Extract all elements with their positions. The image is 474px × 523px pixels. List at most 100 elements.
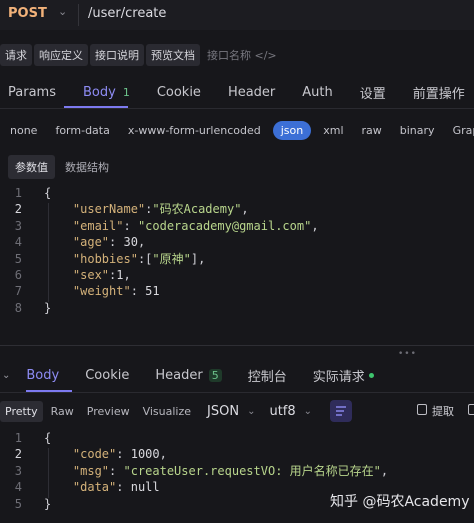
body-type-json[interactable]: json bbox=[272, 120, 312, 140]
code-token: : bbox=[116, 447, 131, 462]
copy-icon[interactable] bbox=[468, 404, 474, 415]
line-number: 8 bbox=[14, 300, 22, 315]
tab-actual-request[interactable]: 实际请求 bbox=[313, 366, 374, 385]
tab-label: 控制台 bbox=[247, 369, 287, 385]
code-token: "sex" bbox=[72, 268, 110, 282]
body-type-xml[interactable]: xml bbox=[323, 124, 343, 137]
code-token: null bbox=[130, 480, 160, 495]
tab-label: Body bbox=[82, 84, 116, 100]
encoding-select[interactable]: utf8 bbox=[269, 404, 295, 419]
request-body-editor[interactable]: 1{2 "userName":"码农Academy", 3 "email": "c… bbox=[0, 185, 474, 320]
chevron-down-icon[interactable]: ⌄ bbox=[247, 406, 255, 417]
view-preview[interactable]: Preview bbox=[82, 401, 135, 422]
tab-label: Body bbox=[26, 367, 60, 383]
extract-icon[interactable] bbox=[417, 404, 427, 415]
method-select[interactable]: POST bbox=[8, 6, 47, 21]
code-token: : bbox=[123, 218, 138, 233]
url-input[interactable]: /user/create bbox=[88, 6, 166, 21]
code-line: } bbox=[44, 300, 51, 316]
code-line: "msg": "createUser.requestVO: 用户名称已存在", bbox=[44, 463, 388, 479]
response-toolbar: Pretty Raw Preview Visualize JSON ⌄ utf8… bbox=[0, 400, 312, 422]
chevron-down-icon[interactable]: ⌄ bbox=[2, 370, 10, 381]
tab-response-body[interactable]: Body bbox=[26, 368, 59, 383]
tab-data-structure[interactable]: 数据结构 bbox=[58, 155, 116, 179]
body-type-binary[interactable]: binary bbox=[400, 124, 435, 137]
drag-handle-icon[interactable]: ••• bbox=[398, 349, 417, 359]
tab-request[interactable]: 请求 bbox=[0, 44, 32, 66]
body-type-urlencoded[interactable]: x-www-form-urlencoded bbox=[128, 124, 261, 137]
tab-settings[interactable]: 设置 bbox=[360, 83, 386, 102]
code-token: : bbox=[109, 235, 124, 250]
body-type-form-data[interactable]: form-data bbox=[55, 124, 109, 137]
body-type-selector: none form-data x-www-form-urlencoded jso… bbox=[0, 119, 474, 141]
tab-response-header[interactable]: Header 5 bbox=[155, 368, 222, 383]
line-number: 6 bbox=[14, 268, 22, 282]
doc-tabs: 请求 响应定义 接口说明 预览文档 接口名称 </> bbox=[0, 44, 284, 66]
tab-response-cookie[interactable]: Cookie bbox=[85, 368, 129, 383]
view-visualize[interactable]: Visualize bbox=[138, 401, 196, 422]
tab-label: 实际请求 bbox=[312, 369, 365, 385]
code-token: "原神" bbox=[152, 251, 191, 266]
body-type-raw[interactable]: raw bbox=[362, 124, 382, 137]
body-subtabs: 参数值 数据结构 bbox=[8, 155, 119, 179]
view-pretty[interactable]: Pretty bbox=[0, 400, 43, 422]
tab-label: Params bbox=[8, 84, 56, 100]
tab-body[interactable]: Body 1 bbox=[83, 85, 130, 100]
code-line: "email": "coderacademy@gmail.com", bbox=[44, 218, 319, 234]
code-token: , bbox=[311, 218, 319, 233]
code-line: { bbox=[44, 430, 51, 446]
code-token: "age" bbox=[72, 235, 110, 250]
code-token: "createUser.requestVO: 用户名称已存在" bbox=[123, 463, 381, 478]
tab-auth[interactable]: Auth bbox=[302, 85, 332, 100]
line-number: 7 bbox=[14, 284, 22, 299]
count-badge: 5 bbox=[208, 368, 222, 382]
tab-label: 前置操作 bbox=[412, 86, 465, 102]
code-line: "age": 30, bbox=[44, 234, 145, 250]
code-token: : bbox=[116, 480, 131, 495]
code-token: 1000 bbox=[130, 447, 160, 462]
line-number: 4 bbox=[14, 480, 22, 495]
body-type-graphql[interactable]: Graph bbox=[453, 124, 474, 137]
code-token: :[ bbox=[137, 251, 153, 266]
chevron-down-icon[interactable]: ⌄ bbox=[304, 406, 312, 417]
tab-response-definition[interactable]: 响应定义 bbox=[34, 44, 88, 66]
code-token: "码农Academy" bbox=[152, 202, 242, 217]
extract-button[interactable]: 提取 bbox=[432, 403, 454, 419]
code-token: } bbox=[44, 300, 52, 315]
code-token: "code" bbox=[72, 447, 117, 462]
response-tabs: ⌄ Body Cookie Header 5 控制台 实际请求 bbox=[0, 363, 400, 387]
code-token: "userName" bbox=[72, 202, 146, 217]
view-raw[interactable]: Raw bbox=[46, 401, 79, 422]
tab-label: Cookie bbox=[156, 84, 201, 100]
tab-console[interactable]: 控制台 bbox=[248, 366, 287, 385]
line-number: 3 bbox=[14, 463, 22, 478]
code-token: , bbox=[380, 463, 389, 478]
divider bbox=[78, 4, 79, 26]
code-token: ], bbox=[190, 251, 206, 266]
tab-cookie[interactable]: Cookie bbox=[157, 85, 201, 100]
tab-param-values[interactable]: 参数值 bbox=[8, 155, 55, 179]
tab-preview-docs[interactable]: 预览文档 bbox=[146, 44, 200, 66]
body-type-none[interactable]: none bbox=[10, 124, 37, 137]
chevron-down-icon[interactable]: ⌄ bbox=[58, 5, 67, 18]
api-name-input[interactable]: 接口名称 </> bbox=[202, 44, 282, 66]
format-select[interactable]: JSON bbox=[207, 404, 239, 419]
code-token: "hobbies" bbox=[72, 251, 138, 266]
divider bbox=[0, 108, 474, 109]
count-badge: 1 bbox=[122, 85, 130, 99]
code-token: 51 bbox=[145, 284, 160, 299]
tab-api-description[interactable]: 接口说明 bbox=[90, 44, 144, 66]
tab-header[interactable]: Header bbox=[228, 85, 275, 100]
tab-params[interactable]: Params bbox=[8, 85, 56, 100]
tab-label: 设置 bbox=[359, 86, 386, 102]
tab-pre-operations[interactable]: 前置操作 bbox=[413, 83, 465, 102]
code-line: { bbox=[44, 185, 51, 201]
wrap-lines-button[interactable] bbox=[330, 400, 352, 422]
line-number: 1 bbox=[14, 186, 22, 200]
panel-splitter[interactable] bbox=[0, 345, 474, 346]
code-token: 1 bbox=[116, 268, 124, 282]
